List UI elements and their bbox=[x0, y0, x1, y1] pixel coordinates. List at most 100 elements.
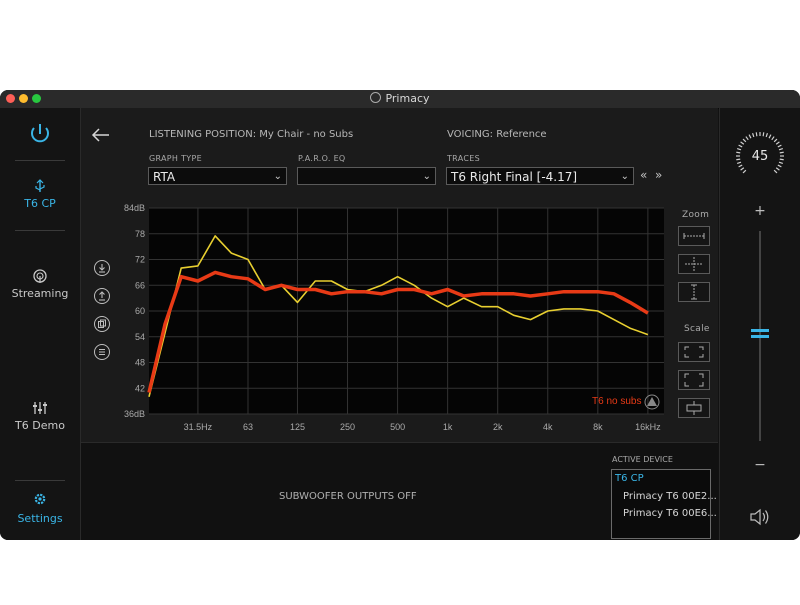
y-tick-label: 72 bbox=[135, 255, 145, 265]
dial-tick bbox=[765, 132, 768, 138]
traces-label: TRACES bbox=[447, 154, 480, 163]
y-tick-label: 48 bbox=[135, 358, 145, 368]
chevron-down-icon: ⌄ bbox=[273, 171, 282, 182]
x-tick-label: 250 bbox=[340, 422, 355, 432]
upload-icon[interactable] bbox=[94, 288, 110, 304]
x-tick-label: 16kHz bbox=[635, 422, 661, 432]
y-tick-label: 84dB bbox=[124, 203, 145, 213]
zoom-vertical-icon bbox=[691, 284, 697, 300]
dial-tick bbox=[748, 134, 752, 139]
volume-slider-handle[interactable] bbox=[751, 328, 769, 339]
active-device-label: ACTIVE DEVICE bbox=[612, 455, 673, 464]
y-tick-label: 54 bbox=[135, 332, 145, 342]
dial-tick bbox=[773, 138, 778, 143]
app-window: Primacy T6 CP Streaming T6 Demo Settings… bbox=[0, 90, 800, 540]
x-tick-label: 1k bbox=[443, 422, 453, 432]
volume-down-button[interactable]: − bbox=[720, 457, 800, 473]
sidebar-divider bbox=[15, 160, 65, 161]
sidebar-item-power[interactable] bbox=[0, 116, 80, 156]
active-device-list: T6 CP Primacy T6 00E2... Primacy T6 00E6… bbox=[611, 469, 717, 539]
sliders-icon bbox=[33, 402, 47, 414]
zoom-both-button[interactable] bbox=[678, 254, 710, 274]
zoom-both-icon bbox=[685, 257, 703, 271]
scale-reset-button[interactable] bbox=[678, 398, 710, 418]
list-icon[interactable] bbox=[94, 344, 110, 360]
window-title: Primacy bbox=[0, 90, 800, 108]
device-item[interactable]: Primacy T6 00E6... bbox=[623, 508, 717, 519]
rta-chart: 84dB 78 72 66 60 54 48 42 36dB 31.5Hz 63 125 250 500… bbox=[124, 203, 664, 432]
graph-area: 84dB 78 72 66 60 54 48 42 36dB 31.5Hz 63 125 250 500… bbox=[81, 192, 718, 442]
copy-icon[interactable] bbox=[94, 316, 110, 332]
fit-icon bbox=[684, 373, 704, 387]
speaker-icon[interactable] bbox=[720, 506, 800, 528]
voicing-label: VOICING: Reference bbox=[447, 129, 547, 140]
zoom-label: Zoom bbox=[682, 210, 710, 220]
graph-type-label: GRAPH TYPE bbox=[149, 154, 202, 163]
dial-tick bbox=[762, 132, 765, 137]
traces-select[interactable]: T6 Right Final [-4.17] ⌄ bbox=[446, 167, 634, 185]
next-trace-button[interactable]: » bbox=[655, 168, 662, 182]
sidebar-item-label: Streaming bbox=[11, 287, 69, 300]
dial-tick bbox=[740, 167, 745, 171]
sidebar-item-settings[interactable]: Settings bbox=[0, 491, 80, 531]
graph-type-select[interactable]: RTA ⌄ bbox=[148, 167, 287, 185]
sidebar: T6 CP Streaming T6 Demo Settings bbox=[0, 108, 81, 540]
prev-trace-button[interactable]: « bbox=[640, 168, 647, 182]
paro-eq-select[interactable]: ⌄ bbox=[297, 167, 436, 185]
y-tick-label: 36dB bbox=[124, 409, 145, 419]
zoom-vertical-button[interactable] bbox=[678, 282, 710, 302]
dial-tick bbox=[771, 136, 775, 141]
sidebar-item-label: T6 CP bbox=[24, 197, 56, 210]
dial-tick bbox=[745, 136, 749, 141]
dial-tick bbox=[777, 164, 782, 168]
sidebar-divider bbox=[15, 230, 65, 231]
dial-tick bbox=[740, 141, 745, 145]
listening-position: LISTENING POSITION: My Chair - no Subs bbox=[149, 129, 354, 140]
volume-up-button[interactable]: + bbox=[720, 203, 800, 219]
dial-tick bbox=[775, 141, 780, 145]
subwoofer-status: SUBWOOFER OUTPUTS OFF bbox=[279, 491, 417, 502]
dial-tick bbox=[752, 132, 755, 138]
x-tick-label: 2k bbox=[493, 422, 503, 432]
x-tick-label: 500 bbox=[390, 422, 405, 432]
zoom-horizontal-button[interactable] bbox=[678, 226, 710, 246]
streaming-icon bbox=[33, 269, 47, 283]
device-item[interactable]: Primacy T6 00E2... bbox=[623, 491, 717, 502]
dial-tick bbox=[777, 144, 782, 148]
back-arrow-icon[interactable] bbox=[91, 128, 111, 142]
sidebar-item-t6demo[interactable]: T6 Demo bbox=[0, 400, 80, 434]
sidebar-divider bbox=[15, 480, 65, 481]
download-icon[interactable] bbox=[94, 260, 110, 276]
app-logo-icon bbox=[370, 92, 382, 103]
volume-value: 45 bbox=[751, 149, 769, 164]
x-tick-label: 31.5Hz bbox=[184, 422, 213, 432]
sidebar-item-streaming[interactable]: Streaming bbox=[0, 268, 80, 302]
sidebar-item-label: T6 Demo bbox=[15, 419, 65, 432]
y-tick-label: 42 bbox=[135, 383, 145, 393]
chevron-down-icon: ⌄ bbox=[422, 171, 431, 182]
dial-tick bbox=[768, 134, 772, 139]
y-tick-label: 60 bbox=[135, 306, 145, 316]
x-tick-label: 4k bbox=[543, 422, 553, 432]
scale-fit-button[interactable] bbox=[678, 370, 710, 390]
volume-panel: 45 + − bbox=[719, 108, 800, 540]
x-tick-label: 63 bbox=[243, 422, 253, 432]
paro-eq-label: P.A.R.O. EQ bbox=[298, 154, 346, 163]
sidebar-item-label: Settings bbox=[17, 512, 63, 525]
main-panel: LISTENING POSITION: My Chair - no Subs V… bbox=[81, 108, 718, 540]
device-item-selected[interactable]: T6 CP bbox=[615, 473, 644, 484]
dial-tick bbox=[738, 164, 743, 168]
x-tick-label: 8k bbox=[593, 422, 603, 432]
zoom-horizontal-icon bbox=[683, 233, 705, 239]
sidebar-item-t6cp[interactable]: T6 CP bbox=[0, 178, 80, 212]
chevron-down-icon: ⌄ bbox=[620, 171, 629, 182]
title-bar: Primacy bbox=[0, 90, 800, 109]
expand-icon bbox=[684, 346, 704, 358]
power-icon bbox=[31, 124, 49, 143]
dial-tick bbox=[775, 167, 780, 171]
series-label: T6 no subs bbox=[592, 396, 641, 407]
y-tick-label: 66 bbox=[135, 280, 145, 290]
y-tick-label: 78 bbox=[135, 229, 145, 239]
scale-expand-button[interactable] bbox=[678, 342, 710, 362]
dial-tick bbox=[773, 169, 778, 174]
